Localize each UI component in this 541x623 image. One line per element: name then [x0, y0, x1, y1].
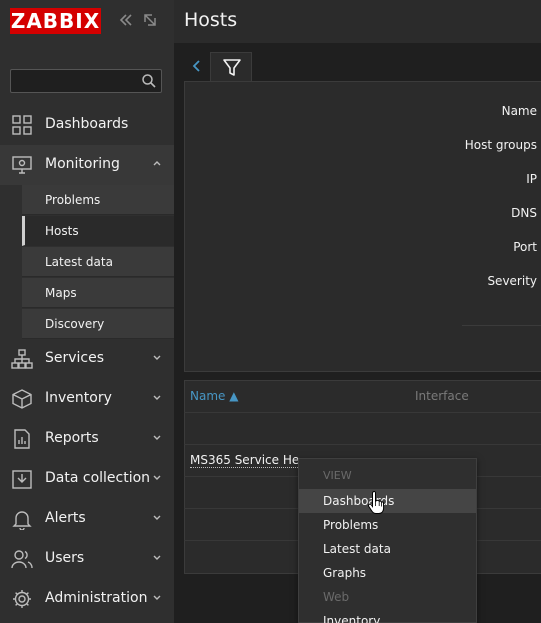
- chevron-down-icon: [153, 355, 161, 360]
- menu-item-label: Problems: [323, 518, 379, 532]
- nav-monitoring[interactable]: Monitoring: [0, 145, 174, 185]
- nav-reports[interactable]: Reports: [0, 419, 174, 459]
- box-icon: [12, 389, 32, 409]
- grid-icon: [12, 115, 32, 135]
- services-icon: [11, 349, 33, 369]
- filter-label-name: Name: [501, 104, 537, 118]
- divider: [462, 325, 541, 326]
- host-context-menu: VIEW Dashboards Problems Latest data Gra…: [298, 458, 477, 623]
- search-icon[interactable]: [141, 73, 157, 89]
- monitor-icon: [12, 156, 32, 174]
- chevron-down-icon: [153, 475, 161, 480]
- sidebar-item-problems[interactable]: Problems: [22, 185, 174, 215]
- chevron-down-icon: [153, 395, 161, 400]
- nav-administration[interactable]: Administration: [0, 579, 174, 619]
- page-title: Hosts: [184, 9, 238, 31]
- chevron-down-icon: [153, 595, 161, 600]
- chevron-down-icon: [153, 435, 161, 440]
- chevron-up-icon: [153, 161, 161, 166]
- row-divider: [184, 444, 541, 445]
- submenu-label: Hosts: [45, 224, 79, 238]
- search-input[interactable]: [10, 69, 162, 93]
- filter-label-ip: IP: [526, 172, 537, 186]
- sidebar-item-maps[interactable]: Maps: [22, 278, 174, 308]
- filter-panel: Name Host groups IP DNS Port Severity: [184, 81, 541, 372]
- collapse-filter-button[interactable]: [184, 52, 210, 82]
- collapse-sidebar-icon[interactable]: [118, 12, 134, 28]
- chevron-down-icon: [153, 515, 161, 520]
- sidebar: ZABBIX Dashboards Monitoring Problems Ho…: [0, 0, 174, 623]
- submenu-label: Maps: [45, 286, 77, 300]
- row-divider: [184, 412, 541, 413]
- menu-item-web: Web: [323, 590, 350, 604]
- nav-alerts[interactable]: Alerts: [0, 499, 174, 539]
- sidebar-item-discovery[interactable]: Discovery: [22, 309, 174, 339]
- menu-header-view: VIEW: [323, 469, 352, 482]
- users-icon: [11, 550, 33, 569]
- sidebar-item-latest-data[interactable]: Latest data: [22, 247, 174, 277]
- menu-item-label: Inventory: [323, 614, 381, 623]
- nav-label: Administration: [45, 590, 148, 606]
- nav-users[interactable]: Users: [0, 539, 174, 579]
- nav-label: Inventory: [45, 390, 112, 406]
- filter-label-port: Port: [513, 240, 537, 254]
- nav-services[interactable]: Services: [0, 339, 174, 379]
- menu-item-label: Latest data: [323, 542, 391, 556]
- nav-label: Dashboards: [45, 116, 129, 132]
- column-header-interface: Interface: [415, 389, 469, 403]
- nav-label: Data collection: [45, 470, 151, 486]
- gear-icon: [13, 590, 31, 608]
- filter-label-severity: Severity: [487, 274, 537, 288]
- host-name-link[interactable]: MS365 Service Healt: [190, 453, 300, 468]
- bell-icon: [12, 511, 32, 530]
- nav-label: Services: [45, 350, 105, 366]
- autohide-sidebar-icon[interactable]: [142, 12, 158, 28]
- menu-item-graphs[interactable]: Graphs: [299, 561, 476, 585]
- submenu-label: Latest data: [45, 255, 113, 269]
- submenu-label: Discovery: [45, 317, 105, 331]
- nav-label: Alerts: [45, 510, 86, 526]
- filter-tab[interactable]: [210, 52, 252, 82]
- sidebar-item-hosts[interactable]: Hosts: [22, 216, 174, 246]
- nav-label: Users: [45, 550, 85, 566]
- menu-item-latest-data[interactable]: Latest data: [299, 537, 476, 561]
- report-icon: [14, 429, 30, 449]
- nav-label: Reports: [45, 430, 99, 446]
- chevron-down-icon: [153, 555, 161, 560]
- menu-item-problems[interactable]: Problems: [299, 513, 476, 537]
- filter-icon: [223, 59, 241, 76]
- nav-data-collection[interactable]: Data collection: [0, 459, 174, 499]
- chevron-left-icon: [192, 60, 200, 72]
- menu-item-label: Graphs: [323, 566, 367, 580]
- column-header-name[interactable]: Name ▲: [190, 389, 238, 403]
- submenu-label: Problems: [45, 193, 101, 207]
- filter-label-dns: DNS: [511, 206, 537, 220]
- nav-dashboards[interactable]: Dashboards: [0, 105, 174, 145]
- nav-inventory[interactable]: Inventory: [0, 379, 174, 419]
- nav-label: Monitoring: [45, 156, 120, 172]
- zabbix-logo[interactable]: ZABBIX: [10, 8, 101, 34]
- download-icon: [12, 470, 32, 489]
- hand-cursor-icon: [368, 490, 385, 514]
- filter-label-host-groups: Host groups: [464, 138, 537, 152]
- menu-item-inventory[interactable]: Inventory: [299, 609, 476, 623]
